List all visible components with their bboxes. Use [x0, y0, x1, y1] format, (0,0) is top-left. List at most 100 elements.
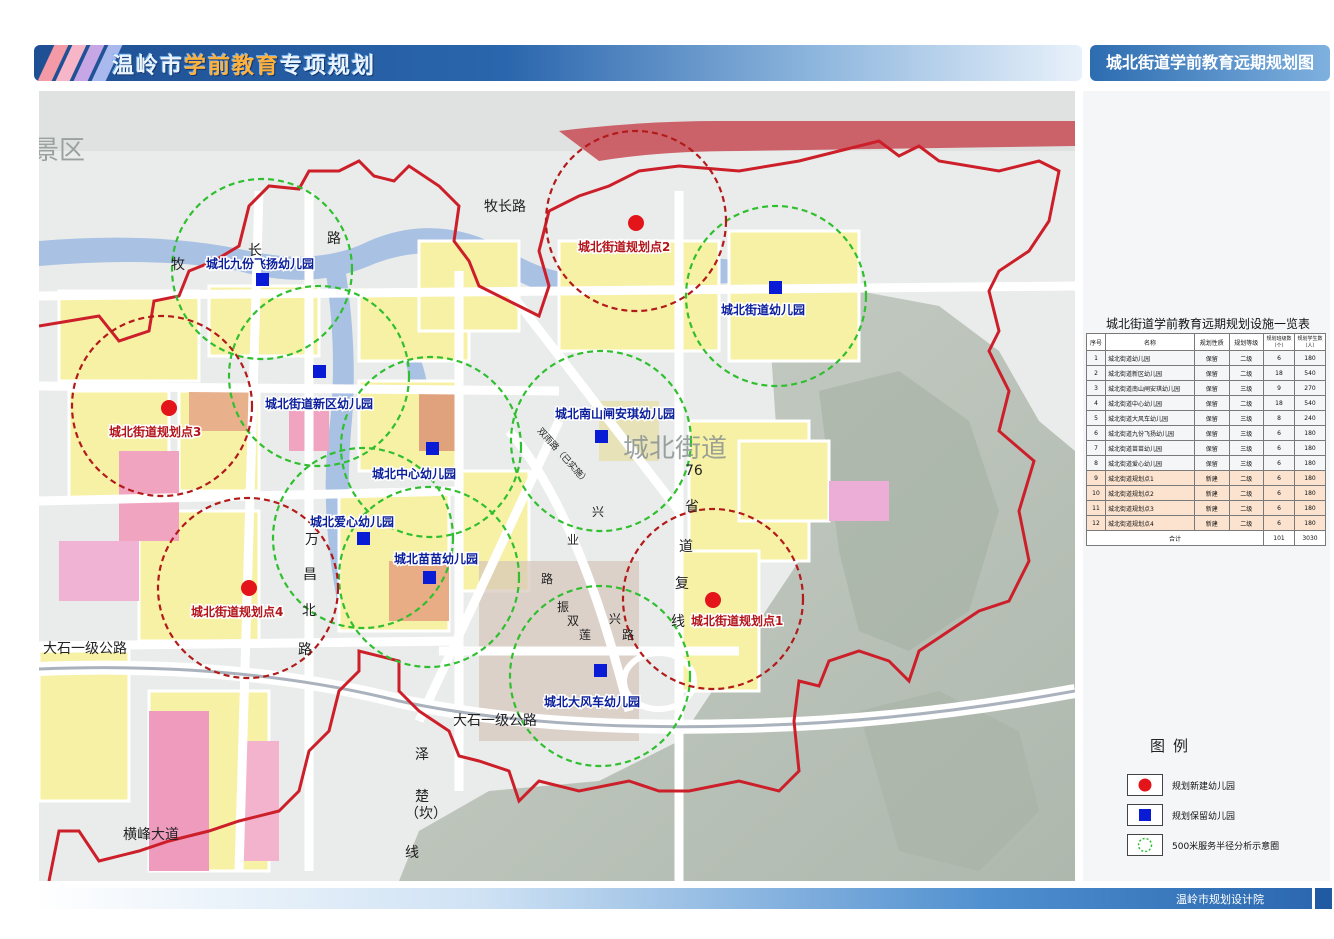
- road-label: （坎）: [405, 806, 447, 822]
- table-row: 9 城北街道规划点1 新建 二级 6 180: [1086, 470, 1326, 486]
- kindergarten-label: 城北街道规划点4: [191, 604, 283, 619]
- table-row: 8 城北街道爱心幼儿园 保留 三级 6 180: [1086, 455, 1326, 471]
- table-row: 11 城北街道规划点3 新建 二级 6 180: [1086, 500, 1326, 516]
- table-cell: 城北街道爱心幼儿园: [1105, 455, 1195, 471]
- new-marker[interactable]: [628, 215, 644, 231]
- table-cell: 城北街道规划点4: [1105, 515, 1195, 531]
- table-cell: 6: [1263, 440, 1295, 456]
- table-cell: 2: [1086, 365, 1106, 381]
- road-label: 大石一级公路: [43, 641, 127, 657]
- table-cell: 180: [1294, 440, 1326, 456]
- table-row: 6 城北街道九份飞扬幼儿园 保留 三级 6 180: [1086, 425, 1326, 441]
- retained-marker[interactable]: [313, 365, 326, 378]
- map-canvas[interactable]: 城北街道 景区 牧长路 牧 长 路 大石一级公路 大石一级公路 横峰大道 万 昌…: [39, 91, 1075, 881]
- table-header: 序号: [1086, 333, 1106, 351]
- legend-swatch: [1127, 834, 1163, 856]
- road-label: 复: [675, 575, 689, 592]
- retained-marker[interactable]: [769, 281, 782, 294]
- kindergarten-label: 城北街道规划点3: [109, 424, 201, 439]
- retained-marker[interactable]: [426, 442, 439, 455]
- header-banner: 温岭市学前教育专项规划: [34, 45, 1082, 81]
- table-cell: 180: [1294, 455, 1326, 471]
- table-cell: 新建: [1194, 485, 1230, 501]
- legend-swatch: [1127, 774, 1163, 796]
- table-cell: 保留: [1194, 350, 1230, 366]
- table-cell: 二级: [1228, 500, 1264, 516]
- table-cell: 保留: [1194, 455, 1230, 471]
- table-cell: 二级: [1228, 485, 1264, 501]
- table-cell: 二级: [1228, 365, 1264, 381]
- table-cell: 240: [1294, 410, 1326, 426]
- legend-label: 规划保留幼儿园: [1172, 812, 1236, 822]
- retained-marker[interactable]: [595, 430, 608, 443]
- header-title: 温岭市学前教育专项规划: [112, 48, 376, 80]
- table-row: 10 城北街道规划点2 新建 二级 6 180: [1086, 485, 1326, 501]
- table-cell: 180: [1294, 350, 1326, 366]
- legend-label: 500米服务半径分析示意圈: [1172, 842, 1280, 852]
- area-label: 景区: [39, 136, 85, 166]
- table-cell: 保留: [1194, 410, 1230, 426]
- road-label: 省: [685, 499, 699, 515]
- new-marker[interactable]: [705, 592, 721, 608]
- table-cell: 保留: [1194, 395, 1230, 411]
- table-cell: 城北街道苗苗幼儿园: [1105, 440, 1195, 456]
- table-cell: 保留: [1194, 380, 1230, 396]
- map-svg: 城北街道 景区 牧长路 牧 长 路 大石一级公路 大石一级公路 横峰大道 万 昌…: [39, 91, 1075, 881]
- table-cell: 三级: [1228, 425, 1264, 441]
- table-cell: 5: [1086, 410, 1106, 426]
- table-cell: 城北街道大风车幼儿园: [1105, 410, 1195, 426]
- kindergarten-label: 城北街道规划点2: [578, 239, 670, 254]
- road-label: 牧: [171, 257, 185, 273]
- road-label: 横峰大道: [123, 827, 179, 843]
- title-highlight: 学前教育: [184, 54, 281, 79]
- new-marker[interactable]: [161, 400, 177, 416]
- table-cell: 270: [1294, 380, 1326, 396]
- retained-marker[interactable]: [256, 273, 269, 286]
- legend-title: 图例: [1150, 737, 1197, 755]
- table-cell: 6: [1263, 350, 1295, 366]
- table-row: 1 城北街道幼儿园 保留 二级 6 180: [1086, 350, 1326, 366]
- table-row: 4 城北街道中心幼儿园 保留 二级 18 540: [1086, 395, 1326, 411]
- road-label: 双: [567, 614, 579, 628]
- table-cell: 18: [1263, 395, 1295, 411]
- table-row: 5 城北街道大风车幼儿园 保留 三级 8 240: [1086, 410, 1326, 426]
- table-total-row: 合计 101 3030: [1086, 530, 1326, 546]
- table-cell: 9: [1263, 380, 1295, 396]
- table-cell: 三级: [1228, 380, 1264, 396]
- legend-swatch: [1127, 804, 1163, 826]
- table-row: 2 城北街道新区幼儿园 保留 二级 18 540: [1086, 365, 1326, 381]
- table-cell: 6: [1263, 515, 1295, 531]
- kindergarten-label: 城北街道规划点1: [691, 613, 783, 628]
- table-cell: 城北街道九份飞扬幼儿园: [1105, 425, 1195, 441]
- table-cell: 8: [1263, 410, 1295, 426]
- table-cell: 8: [1086, 455, 1106, 471]
- retained-marker[interactable]: [594, 664, 607, 677]
- kindergarten-label: 城北南山闸安琪幼儿园: [555, 406, 675, 421]
- table-cell: 180: [1294, 485, 1326, 501]
- road-label: 莲: [579, 628, 591, 642]
- table-cell: 城北街道幼儿园: [1105, 350, 1195, 366]
- road-label: 牧长路: [484, 199, 526, 215]
- blue-square-icon: [1139, 809, 1151, 821]
- new-marker[interactable]: [241, 580, 257, 596]
- kindergarten-label: 城北爱心幼儿园: [310, 514, 394, 529]
- table-cell: 6: [1263, 485, 1295, 501]
- table-cell: 城北街道规划点2: [1105, 485, 1195, 501]
- footer-bar: 温岭市规划设计院: [34, 888, 1312, 909]
- table-cell: 180: [1294, 425, 1326, 441]
- table-cell: 6: [1263, 425, 1295, 441]
- retained-marker[interactable]: [423, 571, 436, 584]
- table-cell: 4: [1086, 395, 1106, 411]
- table-cell: 540: [1294, 365, 1326, 381]
- table-cell: 保留: [1194, 365, 1230, 381]
- table-header: 规划班级数（个）: [1263, 333, 1295, 351]
- table-cell: 11: [1086, 500, 1106, 516]
- retained-marker[interactable]: [357, 532, 370, 545]
- table-cell: 保留: [1194, 440, 1230, 456]
- map-title: 城北街道学前教育远期规划图: [1090, 45, 1330, 81]
- table-cell: 新建: [1194, 470, 1230, 486]
- table-cell: 城北街道新区幼儿园: [1105, 365, 1195, 381]
- table-cell: 城北街道南山闸安琪幼儿园: [1105, 380, 1195, 396]
- table-cell: 540: [1294, 395, 1326, 411]
- table-cell: 新建: [1194, 500, 1230, 516]
